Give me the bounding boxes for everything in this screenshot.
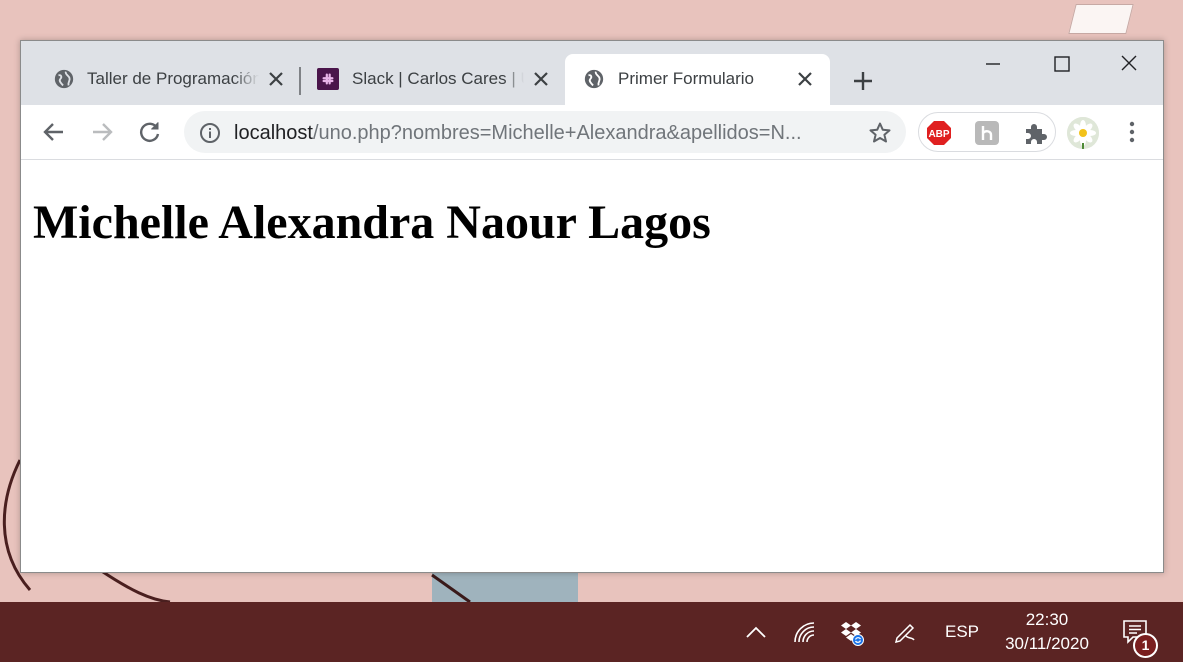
clock[interactable]: 22:30 30/11/2020	[995, 608, 1099, 656]
abp-label: ABP	[928, 129, 949, 140]
slack-icon	[317, 68, 339, 90]
minimize-icon[interactable]	[970, 51, 1016, 77]
clock-date: 30/11/2020	[1005, 634, 1089, 653]
abp-icon[interactable]: ABP	[926, 120, 952, 146]
new-tab-icon[interactable]	[849, 67, 877, 95]
globe-icon	[584, 69, 604, 89]
tab-separator	[299, 67, 301, 95]
taskbar: ESP 22:30 30/11/2020 1	[0, 602, 1183, 662]
daisy-icon	[1067, 117, 1099, 149]
bookmark-star-icon[interactable]	[868, 121, 892, 145]
tab-title: Taller de Programación	[87, 69, 259, 88]
tab-title: Primer Formulario	[618, 69, 755, 88]
h-extension-icon[interactable]	[974, 120, 1000, 146]
kebab-menu-icon[interactable]	[1119, 119, 1145, 145]
puzzle-icon[interactable]	[1022, 120, 1048, 146]
close-tab-icon[interactable]	[532, 70, 550, 88]
notification-count-badge: 1	[1133, 633, 1158, 658]
forward-arrow-icon[interactable]	[89, 119, 115, 145]
tab-strip: Taller de Programación Slack | Carlos Ca…	[21, 41, 1163, 105]
close-tab-icon[interactable]	[796, 70, 814, 88]
close-tab-icon[interactable]	[267, 70, 285, 88]
browser-toolbar: localhost/uno.php?nombres=Michelle+Alexa…	[21, 105, 1163, 160]
chevron-up-icon[interactable]	[743, 620, 769, 646]
tab-primer-formulario[interactable]: Primer Formulario	[565, 54, 830, 105]
pen-icon[interactable]	[892, 620, 918, 646]
wifi-icon[interactable]	[792, 620, 818, 646]
maximize-icon[interactable]	[1038, 51, 1084, 77]
page-content: Michelle Alexandra Naour Lagos	[21, 161, 1163, 572]
browser-window: Taller de Programación Slack | Carlos Ca…	[20, 40, 1164, 573]
url-path: /uno.php?nombres=Michelle+Alexandra&apel…	[312, 122, 802, 144]
url-text[interactable]: localhost/uno.php?nombres=Michelle+Alexa…	[234, 121, 844, 145]
reload-icon[interactable]	[137, 119, 163, 145]
url-host: localhost	[234, 122, 313, 144]
language-indicator[interactable]: ESP	[945, 622, 979, 642]
clock-time: 22:30	[1025, 610, 1069, 629]
tab-title: Slack | Carlos Cares | Un	[352, 69, 524, 88]
avatar[interactable]	[1067, 117, 1099, 149]
page-heading: Michelle Alexandra Naour Lagos	[33, 196, 711, 249]
desktop-wallpaper-shape	[1068, 4, 1134, 34]
back-arrow-icon[interactable]	[41, 119, 67, 145]
tab-slack[interactable]: Slack | Carlos Cares | Un	[306, 54, 566, 105]
address-bar[interactable]: localhost/uno.php?nombres=Michelle+Alexa…	[184, 111, 906, 153]
close-window-icon[interactable]	[1106, 51, 1152, 77]
globe-icon	[54, 69, 74, 89]
dropbox-icon[interactable]	[839, 620, 865, 646]
info-icon[interactable]	[199, 122, 221, 144]
tab-taller[interactable]: Taller de Programación	[31, 54, 301, 105]
